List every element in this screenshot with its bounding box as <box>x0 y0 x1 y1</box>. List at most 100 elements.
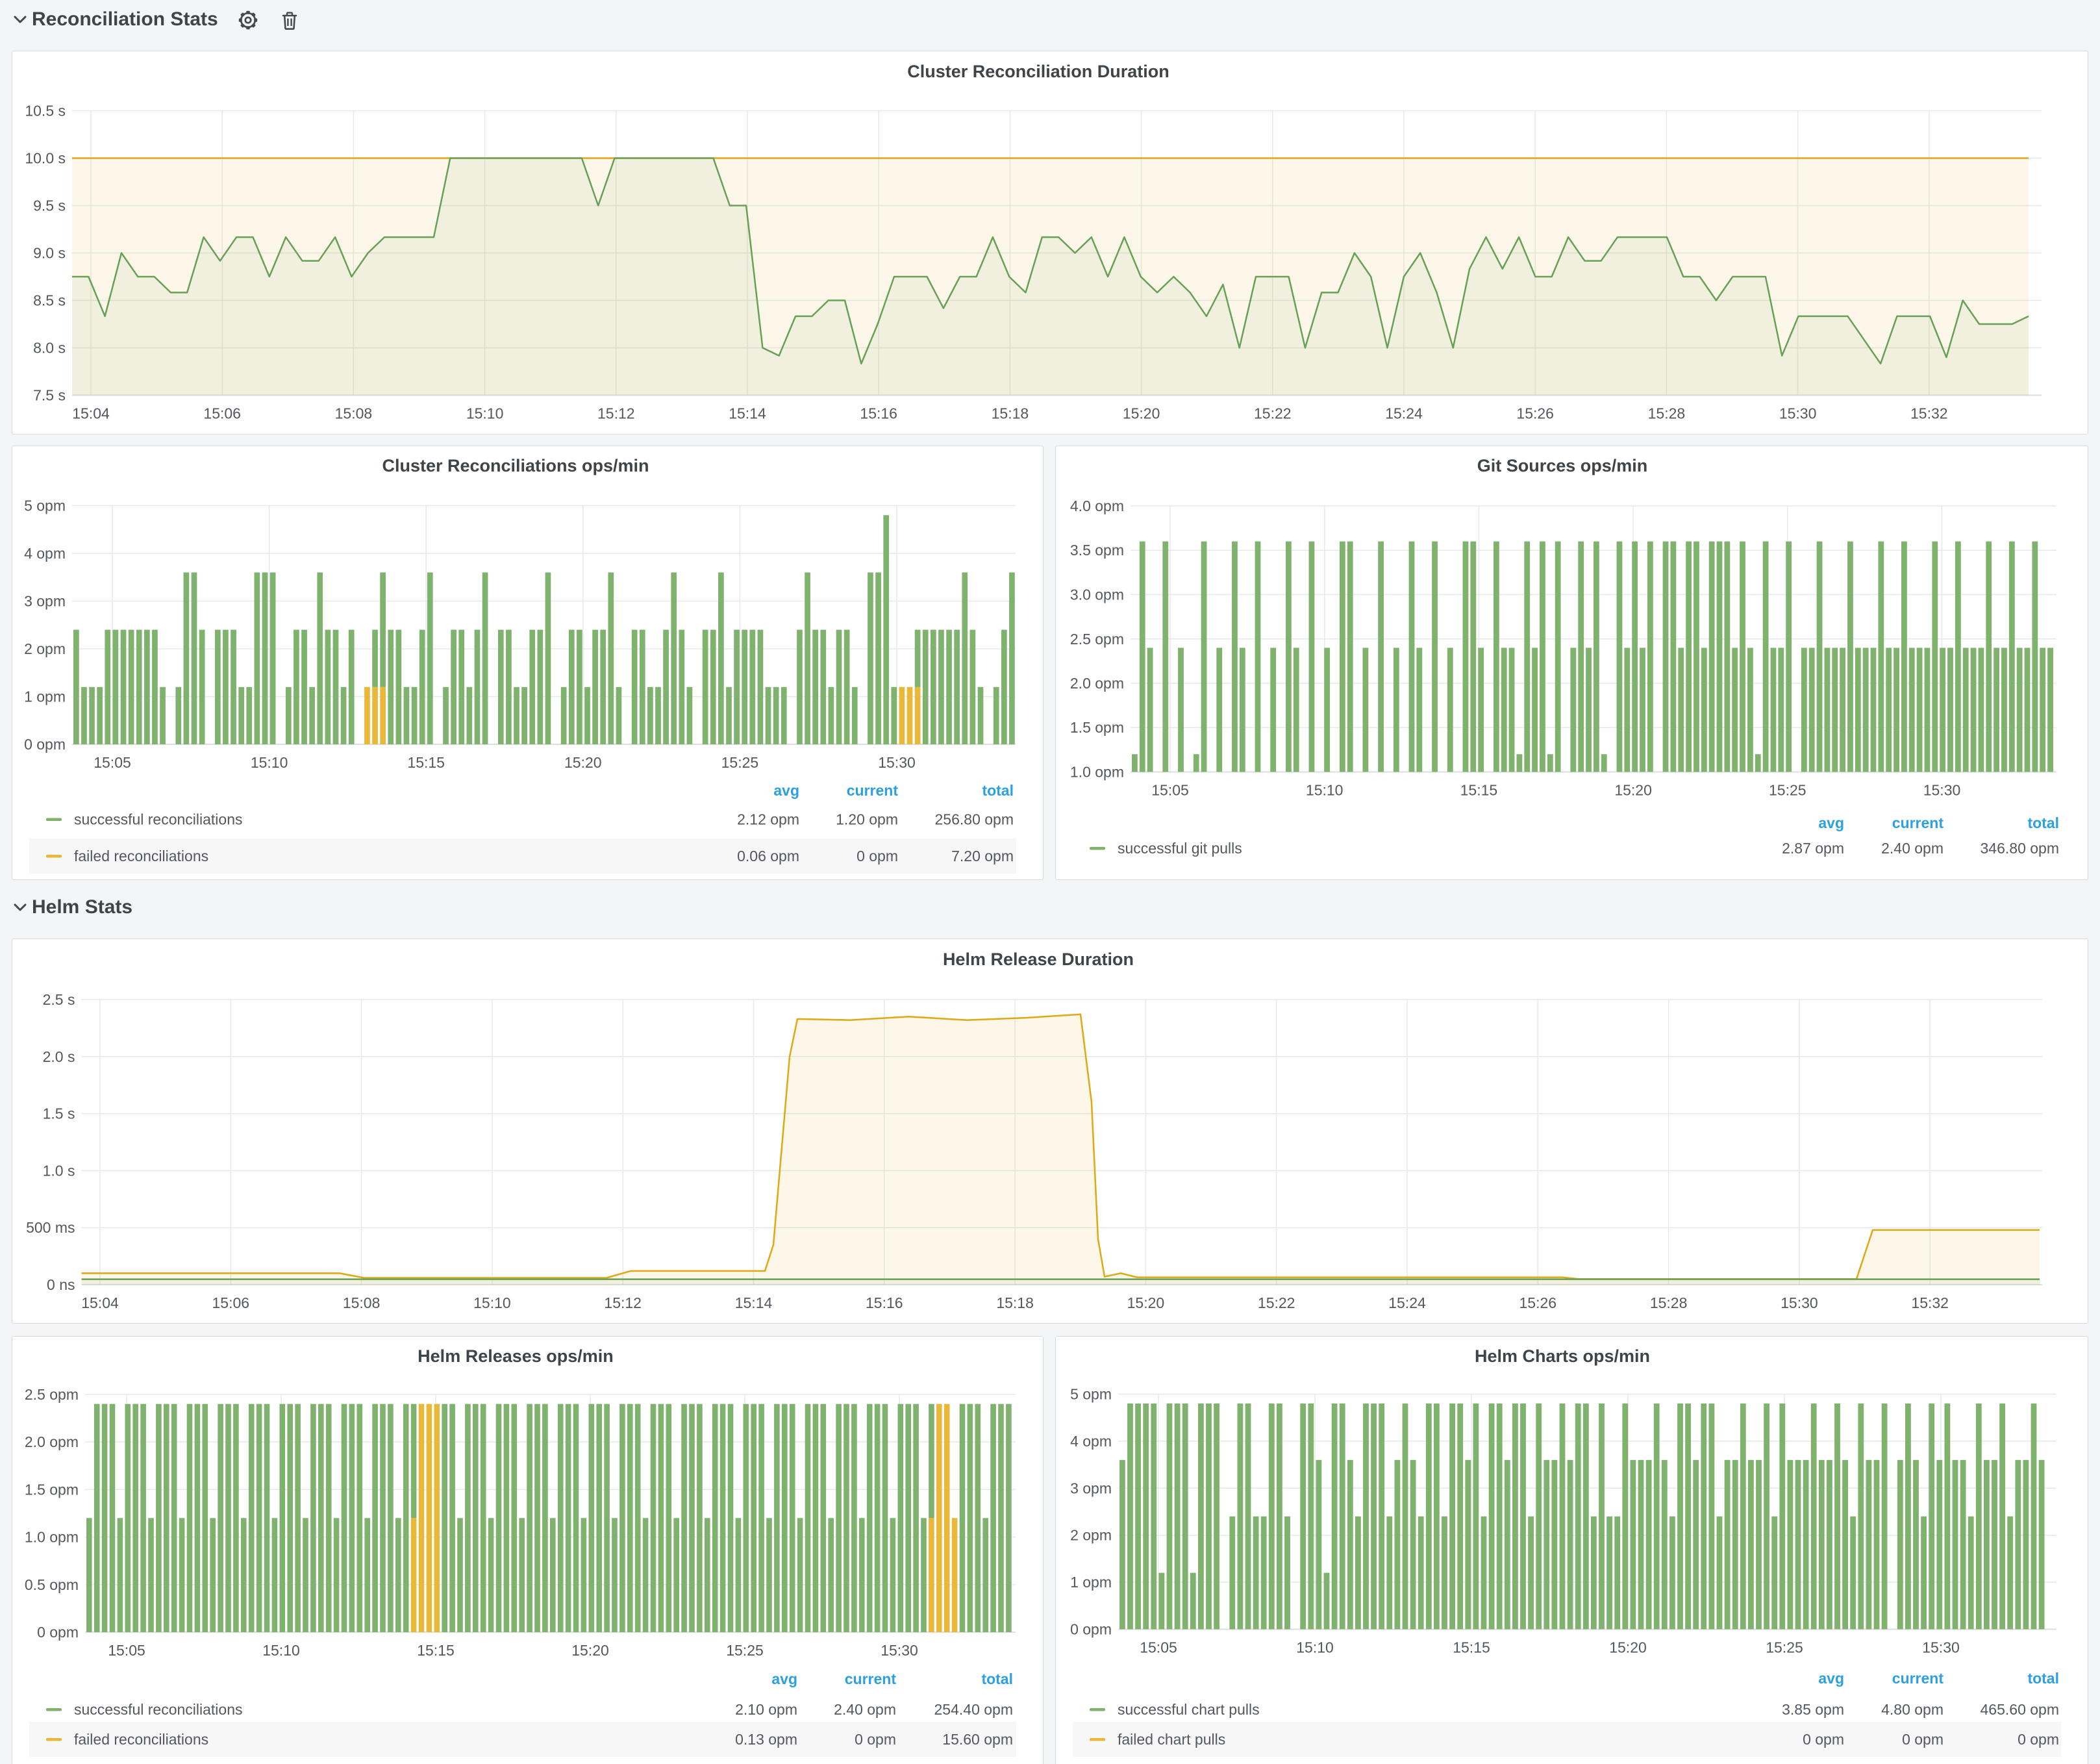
svg-text:2 opm: 2 opm <box>1070 1527 1112 1544</box>
svg-text:15:30: 15:30 <box>1922 1639 1960 1656</box>
svg-text:successful reconciliations: successful reconciliations <box>74 811 243 828</box>
svg-text:15:15: 15:15 <box>417 1642 455 1659</box>
svg-text:0.5 opm: 0.5 opm <box>25 1576 79 1593</box>
svg-text:Cluster Reconciliation Duratio: Cluster Reconciliation Duration <box>907 62 1169 81</box>
svg-text:failed reconciliations: failed reconciliations <box>74 848 208 864</box>
svg-text:15:12: 15:12 <box>604 1294 642 1311</box>
svg-text:15:26: 15:26 <box>1519 1294 1557 1311</box>
svg-text:2.12 opm: 2.12 opm <box>737 811 799 828</box>
svg-text:15:22: 15:22 <box>1254 405 1292 422</box>
svg-text:2.40 opm: 2.40 opm <box>1881 840 1944 857</box>
svg-text:2.5 opm: 2.5 opm <box>25 1386 79 1403</box>
svg-text:15:20: 15:20 <box>564 754 602 771</box>
svg-text:15.60 opm: 15.60 opm <box>942 1731 1013 1748</box>
svg-text:Helm Charts ops/min: Helm Charts ops/min <box>1475 1346 1650 1366</box>
svg-text:2.5 s: 2.5 s <box>43 991 75 1008</box>
svg-text:346.80 opm: 346.80 opm <box>1981 840 2059 857</box>
svg-text:15:20: 15:20 <box>1609 1639 1647 1656</box>
svg-text:0 opm: 0 opm <box>1902 1731 1944 1748</box>
svg-text:1 opm: 1 opm <box>1070 1574 1112 1591</box>
svg-text:15:14: 15:14 <box>735 1294 773 1311</box>
svg-text:0 opm: 0 opm <box>37 1624 79 1641</box>
svg-text:15:04: 15:04 <box>72 405 110 422</box>
svg-text:15:32: 15:32 <box>1910 405 1948 422</box>
svg-text:3 opm: 3 opm <box>24 593 66 610</box>
svg-text:1.0 opm: 1.0 opm <box>1070 764 1124 781</box>
svg-text:2.5 opm: 2.5 opm <box>1070 631 1124 648</box>
svg-text:15:18: 15:18 <box>996 1294 1034 1311</box>
svg-text:15:30: 15:30 <box>1781 1294 1818 1311</box>
svg-text:1.0 s: 1.0 s <box>43 1162 75 1179</box>
svg-text:15:10: 15:10 <box>473 1294 511 1311</box>
svg-text:Git Sources ops/min: Git Sources ops/min <box>1477 456 1648 475</box>
svg-text:254.40 opm: 254.40 opm <box>934 1701 1013 1718</box>
svg-text:2 opm: 2 opm <box>24 640 66 657</box>
svg-text:0 opm: 0 opm <box>856 848 898 864</box>
svg-text:total: total <box>982 782 1014 799</box>
svg-text:0 opm: 0 opm <box>2018 1731 2059 1748</box>
svg-text:3.5 opm: 3.5 opm <box>1070 542 1124 559</box>
svg-text:0 ns: 0 ns <box>47 1276 75 1293</box>
svg-text:current: current <box>847 782 899 799</box>
svg-text:avg: avg <box>1818 814 1844 831</box>
svg-text:Cluster Reconciliations ops/mi: Cluster Reconciliations ops/min <box>382 456 649 475</box>
svg-text:0 opm: 0 opm <box>1070 1621 1112 1638</box>
svg-text:1.5 s: 1.5 s <box>43 1105 75 1122</box>
svg-text:1.0 opm: 1.0 opm <box>25 1529 79 1546</box>
svg-text:Helm Release Duration: Helm Release Duration <box>943 950 1134 969</box>
svg-text:Helm Releases ops/min: Helm Releases ops/min <box>418 1346 614 1366</box>
svg-text:5 opm: 5 opm <box>24 498 66 514</box>
svg-text:3.0 opm: 3.0 opm <box>1070 586 1124 603</box>
svg-text:15:15: 15:15 <box>1460 782 1498 799</box>
svg-text:15:10: 15:10 <box>466 405 504 422</box>
svg-text:current: current <box>1892 1670 1944 1687</box>
svg-text:2.0 s: 2.0 s <box>43 1048 75 1065</box>
svg-text:4.0 opm: 4.0 opm <box>1070 498 1124 514</box>
svg-text:8.5 s: 8.5 s <box>33 292 66 309</box>
svg-text:0.13 opm: 0.13 opm <box>735 1731 797 1748</box>
svg-text:15:18: 15:18 <box>992 405 1029 422</box>
svg-text:15:15: 15:15 <box>407 754 445 771</box>
svg-text:15:05: 15:05 <box>1151 782 1189 799</box>
svg-text:15:28: 15:28 <box>1650 1294 1688 1311</box>
svg-text:15:16: 15:16 <box>860 405 897 422</box>
svg-text:0 opm: 0 opm <box>24 736 66 753</box>
svg-text:15:30: 15:30 <box>1923 782 1961 799</box>
svg-text:total: total <box>2027 814 2059 831</box>
svg-text:5 opm: 5 opm <box>1070 1386 1112 1403</box>
svg-text:0.06 opm: 0.06 opm <box>737 848 799 864</box>
svg-text:9.0 s: 9.0 s <box>33 245 66 262</box>
svg-text:15:05: 15:05 <box>1140 1639 1177 1656</box>
svg-text:15:25: 15:25 <box>1769 782 1806 799</box>
svg-text:15:26: 15:26 <box>1516 405 1554 422</box>
svg-text:15:14: 15:14 <box>729 405 766 422</box>
svg-text:current: current <box>1892 814 1944 831</box>
svg-text:15:12: 15:12 <box>597 405 635 422</box>
svg-text:465.60 opm: 465.60 opm <box>1981 1701 2059 1718</box>
svg-text:successful git pulls: successful git pulls <box>1118 840 1242 857</box>
svg-text:15:25: 15:25 <box>1766 1639 1803 1656</box>
svg-text:15:20: 15:20 <box>1614 782 1652 799</box>
svg-text:15:16: 15:16 <box>866 1294 903 1311</box>
svg-text:0 opm: 0 opm <box>855 1731 896 1748</box>
svg-text:2.10 opm: 2.10 opm <box>735 1701 797 1718</box>
svg-text:15:30: 15:30 <box>881 1642 918 1659</box>
svg-text:failed reconciliations: failed reconciliations <box>74 1731 208 1748</box>
svg-text:15:22: 15:22 <box>1258 1294 1295 1311</box>
svg-text:15:10: 15:10 <box>262 1642 300 1659</box>
svg-text:15:24: 15:24 <box>1385 405 1423 422</box>
svg-text:15:25: 15:25 <box>721 754 759 771</box>
svg-text:avg: avg <box>1818 1670 1844 1687</box>
svg-text:15:06: 15:06 <box>212 1294 250 1311</box>
svg-text:successful reconciliations: successful reconciliations <box>74 1701 243 1718</box>
svg-text:15:10: 15:10 <box>1296 1639 1334 1656</box>
svg-text:total: total <box>981 1670 1013 1687</box>
svg-text:1 opm: 1 opm <box>24 688 66 705</box>
svg-text:2.0 opm: 2.0 opm <box>1070 675 1124 692</box>
svg-text:15:24: 15:24 <box>1388 1294 1426 1311</box>
svg-text:15:20: 15:20 <box>1127 1294 1165 1311</box>
svg-text:15:32: 15:32 <box>1911 1294 1949 1311</box>
svg-text:15:10: 15:10 <box>1306 782 1344 799</box>
svg-text:current: current <box>845 1670 897 1687</box>
svg-text:15:15: 15:15 <box>1453 1639 1490 1656</box>
